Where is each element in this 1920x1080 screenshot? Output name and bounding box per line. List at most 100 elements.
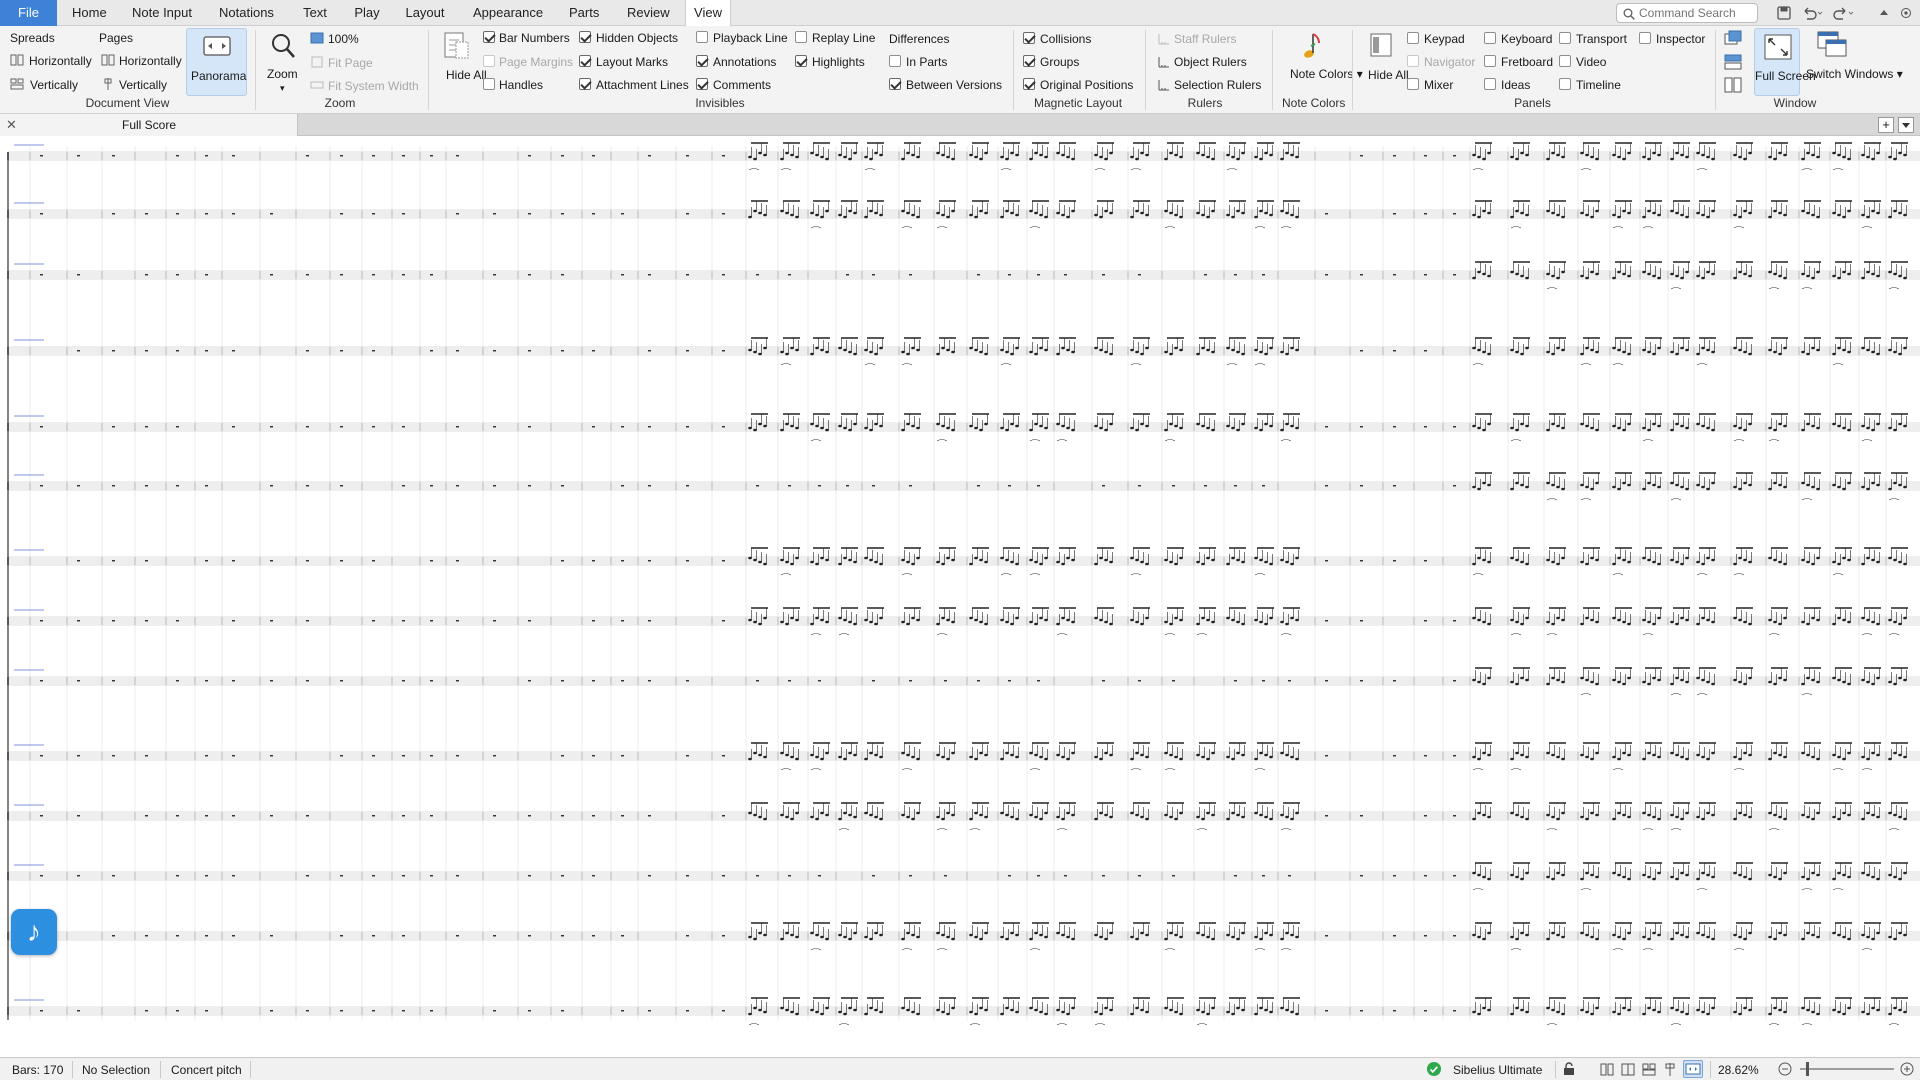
- notehead: [1711, 1006, 1715, 1010]
- tab-appearance[interactable]: Appearance: [473, 0, 543, 26]
- video-checkbox[interactable]: [1559, 55, 1571, 67]
- notehead: [1675, 422, 1679, 426]
- notehead: [911, 346, 915, 350]
- layout-marks-checkbox[interactable]: [579, 55, 591, 67]
- tab-play[interactable]: Play: [354, 0, 380, 26]
- undo-icon[interactable]: [1800, 5, 1824, 21]
- notehead: [1556, 276, 1560, 280]
- collisions-checkbox[interactable]: [1023, 32, 1035, 44]
- hidden-objects-checkbox[interactable]: [579, 31, 591, 43]
- staff-rulers-button[interactable]: Staff Rulers: [1174, 32, 1236, 46]
- window-side-icon[interactable]: [1724, 77, 1742, 93]
- tab-notations[interactable]: Notations: [219, 0, 274, 26]
- notehead: [1622, 937, 1626, 941]
- object-rulers-button[interactable]: Object Rulers: [1174, 55, 1247, 69]
- rest: [112, 426, 115, 428]
- annotations-checkbox[interactable]: [696, 55, 708, 67]
- transport-checkbox[interactable]: [1559, 32, 1571, 44]
- page-margins-checkbox[interactable]: [483, 55, 495, 67]
- tab-note-input[interactable]: Note Input: [131, 0, 193, 26]
- tab-file[interactable]: File: [0, 0, 57, 26]
- notehead: [1811, 153, 1815, 157]
- timeline-checkbox[interactable]: [1559, 78, 1571, 90]
- pages-vertically-button[interactable]: Vertically: [119, 78, 167, 92]
- zoom-icon[interactable]: [270, 32, 296, 60]
- command-search[interactable]: [1616, 3, 1758, 23]
- navigator-checkbox[interactable]: [1407, 55, 1419, 67]
- keypad-checkbox[interactable]: [1407, 32, 1419, 44]
- notehead: [1893, 350, 1897, 354]
- zoom-100-button[interactable]: 100%: [328, 32, 359, 46]
- highlights-checkbox[interactable]: [795, 55, 807, 67]
- original-positions-checkbox[interactable]: [1023, 78, 1035, 90]
- help-icon[interactable]: [1900, 5, 1912, 21]
- tab-home[interactable]: Home: [72, 0, 107, 26]
- panels-hide-all-button[interactable]: Hide All: [1368, 68, 1409, 82]
- zoom-dropdown-arrow[interactable]: ▾: [280, 81, 285, 95]
- handles-checkbox[interactable]: [483, 78, 495, 90]
- between-versions-checkbox[interactable]: [889, 78, 901, 90]
- score-canvas[interactable]: ♪: [0, 136, 1920, 1057]
- notehead: [911, 755, 915, 759]
- replay-line-checkbox[interactable]: [795, 31, 807, 43]
- comments-checkbox[interactable]: [696, 78, 708, 90]
- tab-parts[interactable]: Parts: [569, 0, 599, 26]
- groups-checkbox[interactable]: [1023, 55, 1035, 67]
- notehead: [1164, 350, 1168, 354]
- notehead: [748, 215, 752, 219]
- full-screen-button[interactable]: Full Screen: [1754, 28, 1816, 96]
- notehead: [1061, 933, 1065, 937]
- tab-layout[interactable]: Layout: [405, 0, 445, 26]
- ideas-checkbox[interactable]: [1484, 78, 1496, 90]
- notehead: [1652, 211, 1656, 215]
- notehead: [1627, 151, 1631, 155]
- fit-system-width-button[interactable]: Fit System Width: [328, 79, 419, 93]
- fit-page-button[interactable]: Fit Page: [328, 56, 373, 70]
- rest: [430, 560, 433, 562]
- tab-text[interactable]: Text: [303, 0, 327, 26]
- notehead: [1876, 753, 1880, 757]
- redo-icon[interactable]: [1832, 5, 1856, 21]
- inspector-checkbox[interactable]: [1639, 32, 1651, 44]
- collapse-ribbon-icon[interactable]: [1878, 5, 1890, 21]
- keyboard-checkbox[interactable]: [1484, 32, 1496, 44]
- tab-review[interactable]: Review: [627, 0, 670, 26]
- fretboard-checkbox[interactable]: [1484, 55, 1496, 67]
- command-search-input[interactable]: [1639, 6, 1755, 20]
- slur: [1472, 888, 1484, 891]
- notehead: [1285, 622, 1289, 626]
- rest: [232, 560, 235, 562]
- playback-line-checkbox[interactable]: [696, 31, 708, 43]
- mixer-checkbox[interactable]: [1407, 78, 1419, 90]
- spreads-vertically-button[interactable]: Vertically: [30, 78, 78, 92]
- score-panorama[interactable]: [0, 136, 1920, 1057]
- notehead: [1842, 556, 1846, 560]
- window-arrange-icon[interactable]: [1724, 30, 1742, 46]
- notehead: [1231, 426, 1235, 430]
- tab-menu-icon[interactable]: [1898, 117, 1914, 133]
- panorama-button[interactable]: Panorama: [186, 28, 247, 96]
- selection-rulers-button[interactable]: Selection Rulers: [1174, 78, 1261, 92]
- zoom-button[interactable]: Zoom: [267, 67, 298, 81]
- pages-horizontally-button[interactable]: Horizontally: [119, 54, 182, 68]
- notehead: [848, 813, 852, 817]
- window-tile-icon[interactable]: [1724, 54, 1742, 70]
- attachment-lines-checkbox[interactable]: [579, 78, 591, 90]
- document-tab-full-score[interactable]: ✕ Full Score: [0, 114, 298, 136]
- notehead: [810, 622, 814, 626]
- invisibles-hide-all-button[interactable]: Hide All: [446, 68, 487, 82]
- note-colors-button[interactable]: Note Colors ▾: [1290, 67, 1363, 81]
- save-icon[interactable]: [1776, 5, 1792, 21]
- add-tab-icon[interactable]: +: [1878, 117, 1894, 133]
- bar-numbers-checkbox[interactable]: [483, 31, 495, 43]
- notehead: [1477, 1012, 1481, 1016]
- switch-windows-button[interactable]: Switch Windows ▾: [1806, 67, 1903, 81]
- notehead: [1738, 426, 1742, 430]
- notehead: [1226, 562, 1230, 566]
- notehead: [780, 620, 784, 624]
- in-parts-checkbox[interactable]: [889, 55, 901, 67]
- spreads-horizontally-button[interactable]: Horizontally: [29, 54, 92, 68]
- tab-view[interactable]: View: [685, 0, 731, 27]
- ribbon-tab-bar: File Home Note Input Notations Text Play…: [0, 0, 1920, 27]
- notehead: [1657, 1010, 1661, 1014]
